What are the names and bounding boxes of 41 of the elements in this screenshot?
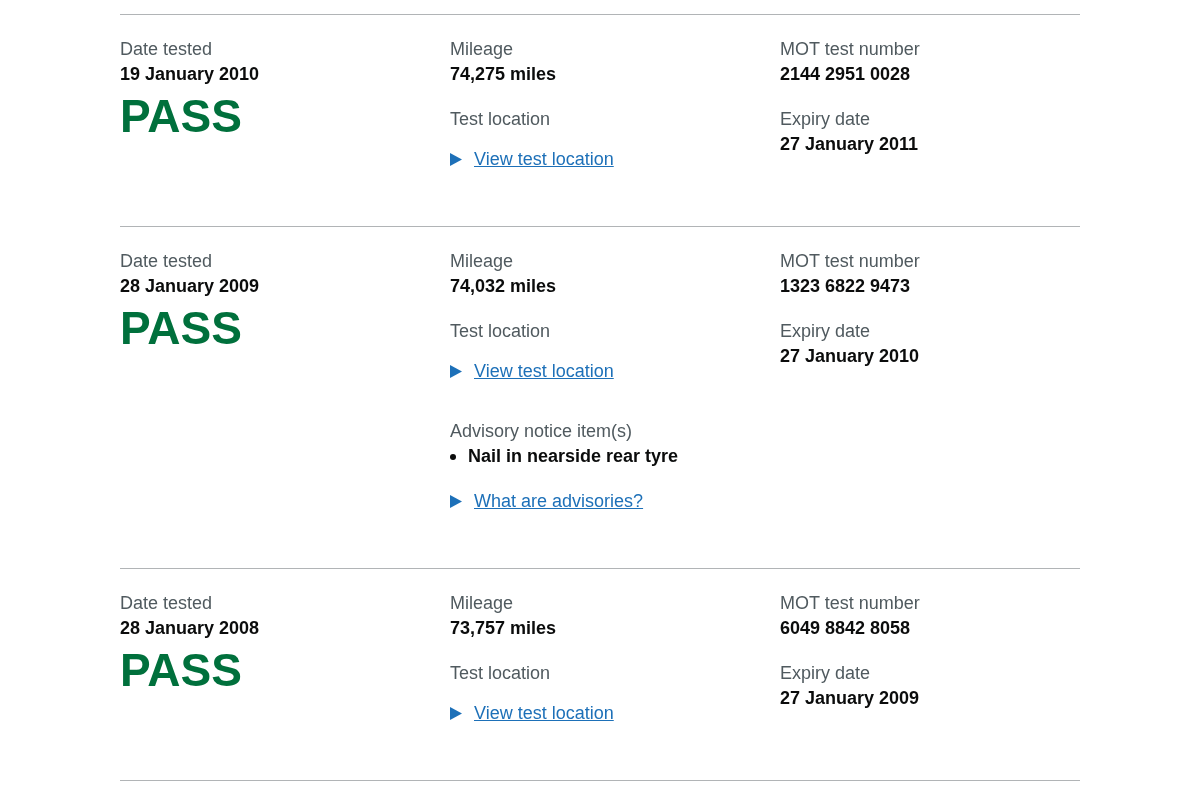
location-label: Test location <box>450 662 551 685</box>
expiry-value: 27 January 2010 <box>780 345 920 368</box>
triangle-icon <box>450 495 462 508</box>
details-toggle[interactable]: View test location <box>450 359 614 384</box>
expiry-label: Expiry date <box>780 320 871 343</box>
mileage-label: Mileage <box>450 250 514 273</box>
triangle-icon <box>450 365 462 378</box>
mileage-label: Mileage <box>450 38 514 61</box>
advisory-item: Nail in nearside rear tyre <box>468 445 679 468</box>
expiry-value: 27 January 2011 <box>780 133 919 156</box>
mileage-value: 74,275 miles <box>450 63 557 86</box>
result-text: PASS <box>120 89 242 144</box>
date-label: Date tested <box>120 592 213 615</box>
date-value: 28 January 2008 <box>120 617 260 640</box>
mileage-value: 73,757 miles <box>450 617 557 640</box>
date-value: 28 January 2009 <box>120 275 260 298</box>
date-label: Date tested <box>120 38 213 61</box>
triangle-icon <box>450 153 462 166</box>
details-toggle[interactable]: View test location <box>450 701 614 726</box>
expiry-label: Expiry date <box>780 108 871 131</box>
result-text: PASS <box>120 301 242 356</box>
expiry-value: 27 January 2009 <box>780 687 920 710</box>
triangle-icon <box>450 707 462 720</box>
test-number-label: MOT test number <box>780 250 920 273</box>
test-number-value: 2144 2951 0028 <box>780 63 911 86</box>
test-number-label: MOT test number <box>780 592 920 615</box>
mileage-value: 74,032 miles <box>450 275 557 298</box>
test-number-value: 1323 6822 9473 <box>780 275 911 298</box>
bullet-icon <box>450 453 456 460</box>
advisory-label: Advisory notice item(s) <box>450 420 633 443</box>
date-label: Date tested <box>120 250 213 273</box>
mileage-label: Mileage <box>450 592 514 615</box>
expiry-label: Expiry date <box>780 662 871 685</box>
details-toggle[interactable]: View test location <box>450 147 614 172</box>
date-value: 19 January 2010 <box>120 63 260 86</box>
details-toggle[interactable]: What are advisories? <box>450 489 644 514</box>
test-number-label: MOT test number <box>780 38 920 61</box>
result-text: PASS <box>120 643 242 698</box>
location-label: Test location <box>450 320 551 343</box>
test-number-value: 6049 8842 8058 <box>780 617 911 640</box>
location-label: Test location <box>450 108 551 131</box>
